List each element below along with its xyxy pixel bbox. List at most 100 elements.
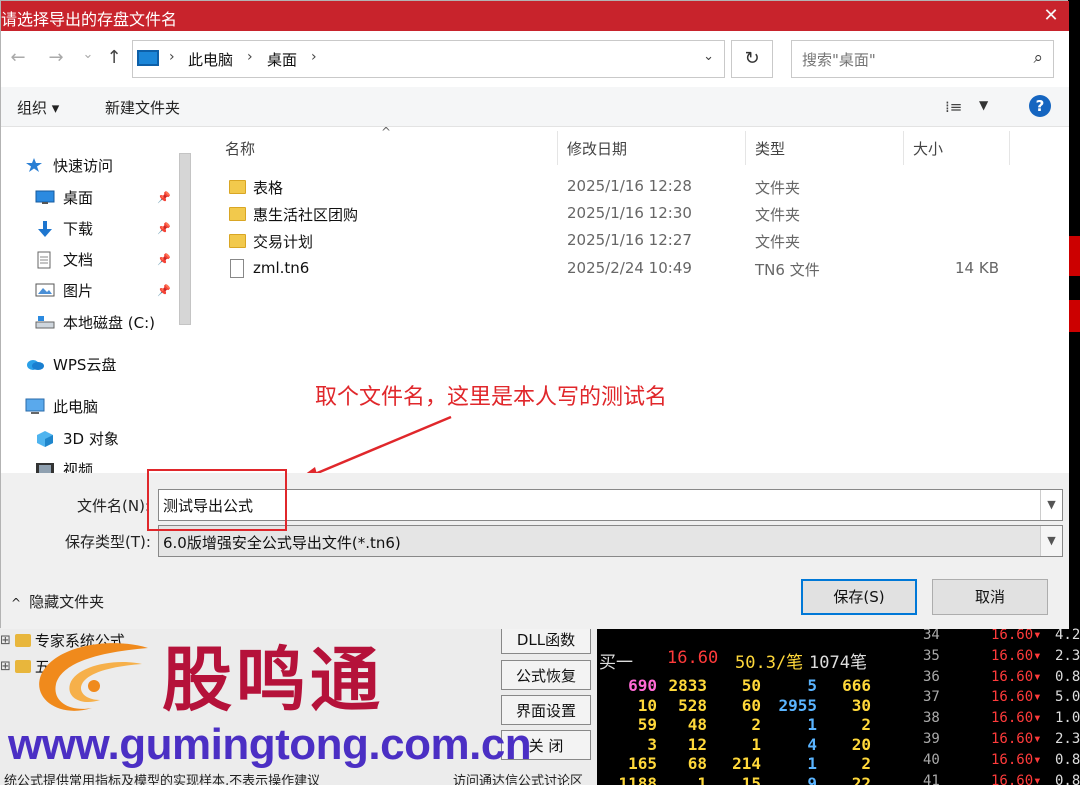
order-book-cell: 1 [751, 734, 761, 754]
organize-menu[interactable]: 组织 ▾ [17, 97, 59, 118]
filetype-select[interactable]: 6.0版增强安全公式导出文件(*.tn6) ▼ [158, 525, 1063, 557]
view-dropdown-icon[interactable]: ▼ [979, 98, 988, 112]
tick-p: 16.60▾ [991, 731, 1042, 747]
filename-input[interactable] [163, 494, 1023, 516]
breadcrumb-separator[interactable]: › [169, 49, 175, 65]
pin-icon[interactable]: 📌 [157, 222, 171, 235]
file-type: 文件夹 [755, 206, 801, 224]
chevron-down-icon[interactable]: ⌄ [703, 49, 714, 64]
tree-item-expert-system[interactable]: ⊞ 专家系统公式 [0, 628, 125, 652]
chevron-down-icon[interactable]: ▼ [1040, 490, 1062, 520]
up-arrow-icon[interactable]: ↑ [103, 47, 125, 68]
order-book-panel: 买一 16.60 50.3/笔 1074笔 690 2833 50 5 666 10 528… [597, 628, 895, 785]
close-panel-button[interactable]: 关 闭 [501, 730, 591, 760]
restore-formula-button[interactable]: 公式恢复 [501, 660, 591, 690]
navigation-pane: 快速访问 桌面 📌 下载 📌 文档 📌 图片 📌 本地磁盘 (C:) WPS云盘 [1, 127, 195, 473]
table-row[interactable]: 惠生活社区团购 2025/1/16 12:30 文件夹 [195, 200, 1069, 227]
column-header-name[interactable]: 名称 [225, 138, 255, 159]
pin-icon[interactable]: 📌 [157, 191, 171, 204]
video-icon [35, 461, 55, 473]
new-folder-button[interactable]: 新建文件夹 [105, 97, 180, 118]
folder-icon [14, 659, 31, 673]
order-book-row: 1188 1 15 9 22 [597, 774, 895, 785]
view-options-icon[interactable]: ⁞≡ [945, 98, 962, 116]
tick-row: 36 16.60▾ 0.8 [895, 669, 1080, 690]
pin-icon[interactable]: 📌 [157, 284, 171, 297]
table-row[interactable]: 交易计划 2025/1/16 12:27 文件夹 [195, 227, 1069, 254]
tick-v: 1.0 [1055, 710, 1080, 727]
search-icon[interactable]: ⌕ [1033, 48, 1043, 68]
nav-item-this-pc[interactable]: 此电脑 [25, 392, 98, 420]
tick-n: 35 [923, 647, 940, 664]
address-bar[interactable]: › 此电脑 › 桌面 › ⌄ [132, 40, 725, 78]
column-divider[interactable] [745, 131, 746, 165]
column-divider[interactable] [903, 131, 904, 165]
dialog-titlebar[interactable]: 请选择导出的存盘文件名 ✕ [1, 1, 1069, 31]
help-icon[interactable]: ? [1029, 95, 1051, 117]
tree-expand-icon[interactable]: ⊞ [0, 659, 11, 674]
order-book-cell: 4 [807, 734, 817, 754]
breadcrumb-desktop[interactable]: 桌面 [267, 49, 297, 70]
tick-row: 37 16.60▾ 5.0 [895, 689, 1080, 710]
search-box[interactable]: ⌕ [791, 40, 1054, 78]
column-divider[interactable] [557, 131, 558, 165]
order-book-cell: 59 [637, 715, 657, 734]
column-divider[interactable] [1009, 131, 1010, 165]
recent-locations-icon[interactable]: ⌄ [77, 47, 99, 62]
nav-item-desktop[interactable]: 桌面 [35, 183, 93, 211]
order-book-cell: 9 [807, 773, 817, 785]
breadcrumb-separator[interactable]: › [247, 49, 253, 65]
tick-n: 40 [923, 751, 940, 768]
interface-settings-button[interactable]: 界面设置 [501, 695, 591, 725]
table-row[interactable]: 表格 2025/1/16 12:28 文件夹 [195, 173, 1069, 200]
navpane-scrollbar[interactable] [179, 153, 191, 325]
order-book-cell: 15 [741, 773, 761, 785]
close-icon[interactable]: ✕ [1039, 4, 1063, 28]
forum-link[interactable]: 访问通达信公式讨论区 [453, 770, 583, 785]
pin-icon[interactable]: 📌 [157, 253, 171, 266]
chevron-up-icon: ^ [11, 596, 22, 610]
chevron-down-icon[interactable]: ▼ [1040, 526, 1062, 556]
order-book-cell: 2 [751, 715, 761, 734]
tree-expand-icon[interactable]: ⊞ [0, 633, 11, 648]
folder-icon [229, 234, 246, 248]
nav-item-videos[interactable]: 视频 [35, 455, 93, 473]
nav-item-documents[interactable]: 文档 [35, 245, 93, 273]
breadcrumb-separator[interactable]: › [311, 49, 317, 65]
column-header-type[interactable]: 类型 [755, 138, 785, 159]
computer-icon [25, 398, 45, 414]
back-arrow-icon[interactable]: ← [7, 47, 29, 68]
tick-v: 0.8 [1055, 668, 1080, 685]
nav-item-label: 文档 [63, 250, 94, 269]
forward-arrow-icon[interactable]: → [45, 47, 67, 68]
file-date: 2025/1/16 12:27 [567, 231, 692, 249]
tick-n: 39 [923, 731, 940, 747]
bid-volume: 50.3/笔 [735, 653, 804, 673]
tick-row: 41 16.60▾ 0.8 [895, 773, 1080, 785]
order-book-cell: 48 [687, 715, 707, 734]
bid-price: 16.60 [667, 648, 719, 668]
refresh-icon[interactable]: ↻ [731, 40, 773, 78]
save-button[interactable]: 保存(S) [801, 579, 917, 615]
breadcrumb-this-pc[interactable]: 此电脑 [188, 49, 233, 70]
nav-item-pictures[interactable]: 图片 [35, 276, 93, 304]
table-row[interactable]: zml.tn6 2025/2/24 10:49 TN6 文件 14 KB [195, 255, 1069, 282]
nav-item-quick-access[interactable]: 快速访问 [25, 151, 113, 179]
order-book-row: 3 12 1 4 20 [597, 735, 895, 755]
order-book-cell: 2 [861, 715, 871, 734]
order-book-cell: 2955 [778, 695, 817, 715]
order-book-cell: 68 [687, 754, 707, 773]
search-input[interactable] [802, 49, 1002, 71]
cancel-button[interactable]: 取消 [932, 579, 1048, 615]
nav-item-wps-cloud[interactable]: WPS云盘 [25, 350, 116, 378]
column-header-date[interactable]: 修改日期 [567, 138, 627, 159]
nav-item-downloads[interactable]: 下载 [35, 214, 93, 242]
nav-item-label: 快速访问 [53, 156, 114, 175]
tree-item-five[interactable]: ⊞ 五 [0, 654, 50, 678]
nav-item-local-disk[interactable]: 本地磁盘 (C:) [35, 308, 155, 336]
nav-item-3d-objects[interactable]: 3D 对象 [35, 424, 119, 452]
hide-folders-toggle[interactable]: ^ 隐藏文件夹 [11, 591, 104, 612]
command-bar: 组织 ▾ 新建文件夹 ⁞≡ ▼ ? [1, 87, 1069, 127]
column-header-size[interactable]: 大小 [913, 138, 943, 159]
filename-combo[interactable]: ▼ [158, 489, 1063, 521]
